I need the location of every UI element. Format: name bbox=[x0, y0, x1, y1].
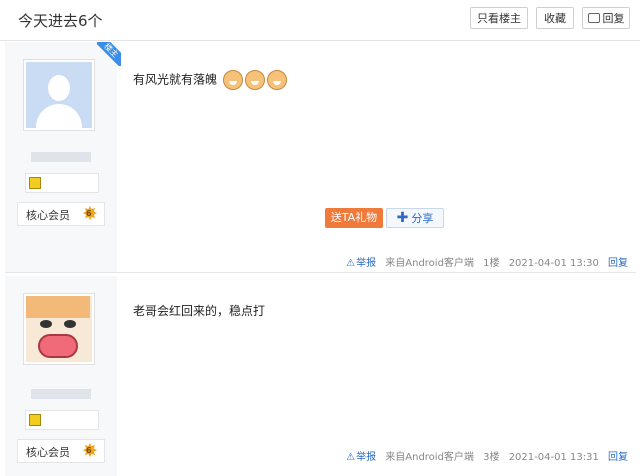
post-meta: ⚠举报 来自Android客户端 1楼 2021-04-01 13:30 回复 bbox=[340, 254, 628, 269]
laugh-emoji-icon bbox=[244, 70, 265, 90]
avatar[interactable] bbox=[23, 293, 95, 365]
laugh-emoji-icon bbox=[222, 70, 243, 90]
post-source: 来自Android客户端 bbox=[385, 258, 474, 269]
op-ribbon: 楼主 bbox=[97, 42, 121, 66]
reply-link[interactable]: 回复 bbox=[608, 452, 628, 463]
reply-button[interactable]: 回复 bbox=[582, 7, 630, 29]
rank-level: 6 bbox=[86, 446, 92, 455]
report-link[interactable]: ⚠举报 bbox=[346, 452, 376, 463]
share-label: 分享 bbox=[411, 212, 434, 225]
plus-icon: ✚ bbox=[396, 210, 409, 226]
reply-link[interactable]: 回复 bbox=[608, 258, 628, 269]
favorite-button[interactable]: 收藏 bbox=[536, 7, 574, 29]
post-1: 核心会员 ✸ 6 楼主 有风光就有落魄 送TA礼物 ✚ 分享 ⚠举报 来自Andr… bbox=[5, 42, 636, 273]
send-gift-button[interactable]: 送TA礼物 bbox=[325, 208, 383, 228]
default-avatar-icon bbox=[26, 62, 92, 128]
share-button[interactable]: ✚ 分享 bbox=[386, 208, 444, 228]
report-label: 举报 bbox=[356, 452, 377, 463]
anime-avatar-icon bbox=[26, 296, 92, 362]
username-blurred[interactable] bbox=[31, 152, 91, 162]
post-content: 有风光就有落魄 bbox=[133, 70, 287, 90]
rank-level: 6 bbox=[86, 209, 92, 218]
post-text: 有风光就有落魄 bbox=[133, 72, 218, 87]
post-2: 核心会员 ✸ 6 老哥会红回来的，稳点打 ⚠举报 来自Android客户端 3楼… bbox=[5, 276, 636, 476]
only-op-button[interactable]: 只看楼主 bbox=[470, 7, 528, 29]
reply-button-label: 回复 bbox=[602, 12, 625, 25]
floor-number: 3楼 bbox=[483, 452, 500, 463]
post-text: 老哥会红回来的，稳点打 bbox=[133, 304, 266, 318]
laugh-emoji-icon bbox=[266, 70, 287, 90]
report-label: 举报 bbox=[356, 258, 377, 269]
thread-title: 今天进去6个 bbox=[18, 12, 103, 30]
level-badge bbox=[25, 173, 99, 193]
op-badge: 楼主 bbox=[97, 42, 121, 66]
level-icon bbox=[29, 177, 41, 189]
comment-icon bbox=[587, 13, 600, 23]
rank-label: 核心会员 bbox=[26, 209, 70, 222]
post-time: 2021-04-01 13:31 bbox=[508, 452, 599, 463]
floor-number: 1楼 bbox=[483, 258, 500, 269]
post-content: 老哥会红回来的，稳点打 bbox=[133, 302, 265, 319]
username-blurred[interactable] bbox=[31, 389, 91, 399]
thread-header: 今天进去6个 只看楼主 收藏 回复 bbox=[0, 0, 640, 41]
author-panel: 核心会员 ✸ 6 楼主 bbox=[5, 42, 121, 272]
level-badge bbox=[25, 410, 99, 430]
report-link[interactable]: ⚠举报 bbox=[346, 258, 376, 269]
avatar[interactable] bbox=[23, 59, 95, 131]
member-rank: 核心会员 ✸ 6 bbox=[17, 439, 105, 463]
post-time: 2021-04-01 13:30 bbox=[508, 258, 599, 269]
rank-label: 核心会员 bbox=[26, 446, 70, 459]
member-rank: 核心会员 ✸ 6 bbox=[17, 202, 105, 226]
level-icon bbox=[29, 414, 41, 426]
author-panel: 核心会员 ✸ 6 bbox=[5, 276, 117, 476]
post-source: 来自Android客户端 bbox=[385, 452, 474, 463]
post-meta: ⚠举报 来自Android客户端 3楼 2021-04-01 13:31 回复 bbox=[340, 448, 628, 463]
